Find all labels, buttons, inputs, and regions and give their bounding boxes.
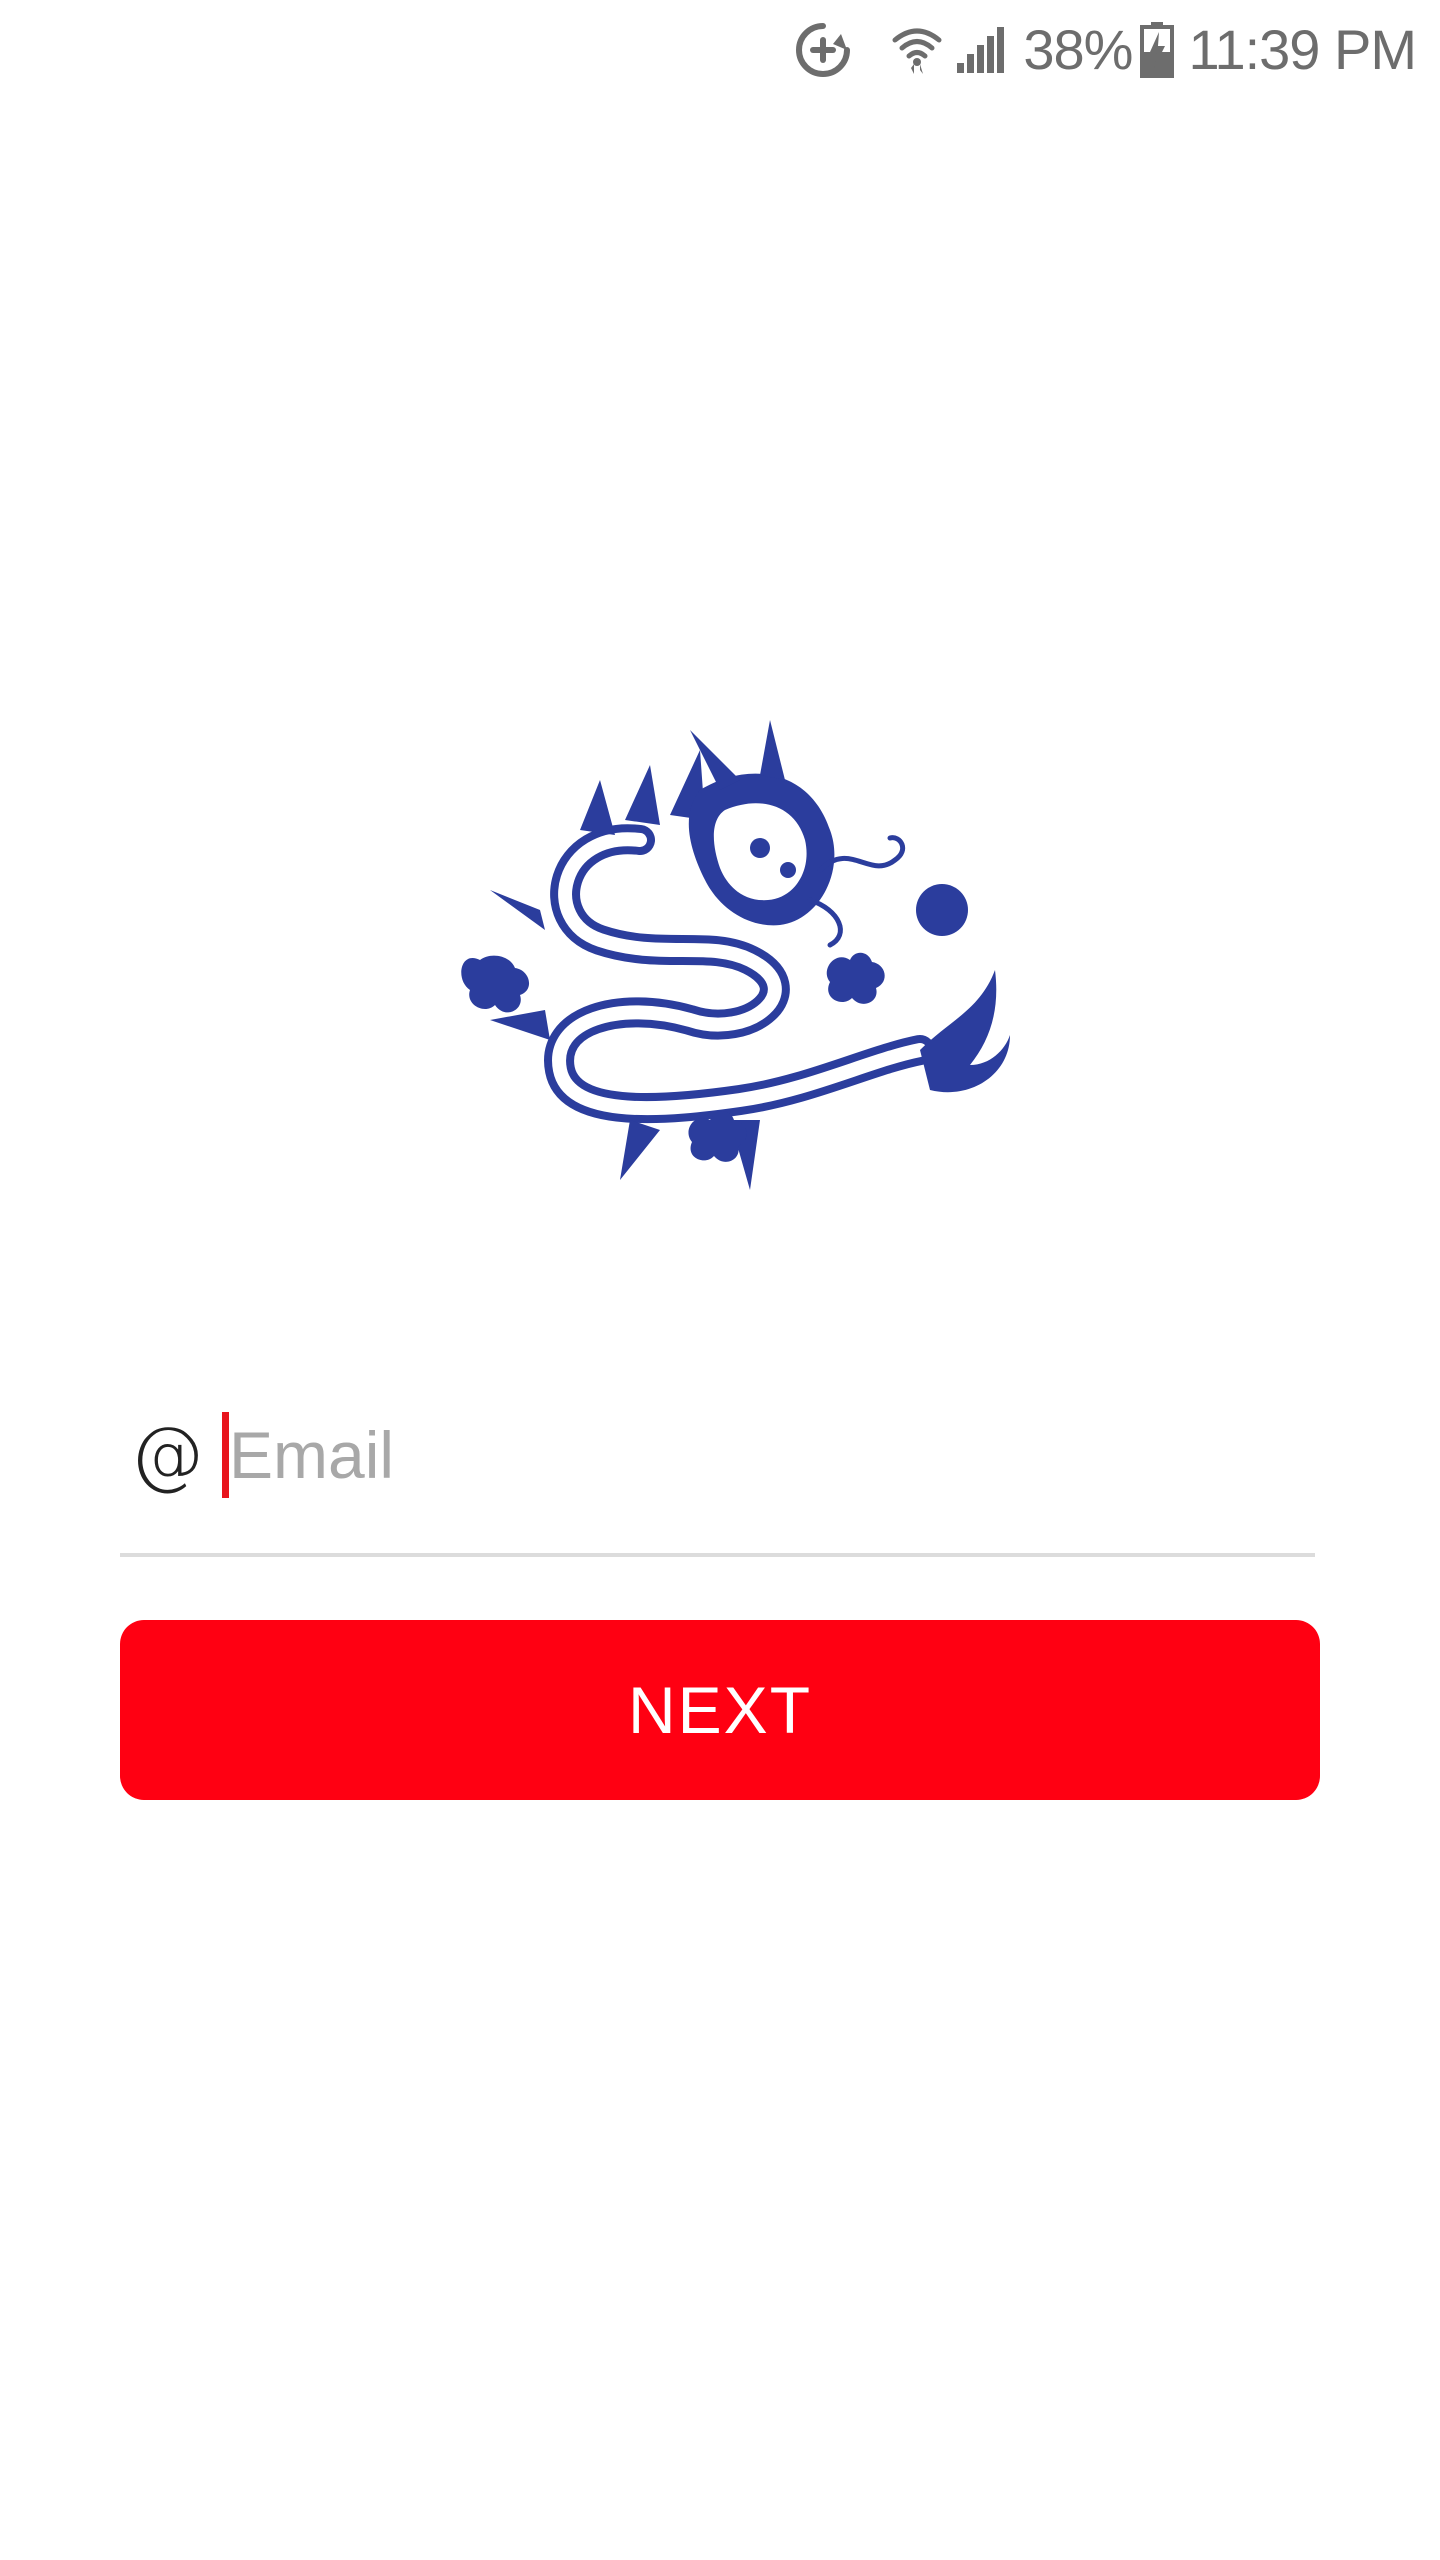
email-underline <box>120 1553 1315 1557</box>
battery-charging-icon <box>1140 22 1175 78</box>
battery-percent: 38% <box>1023 18 1133 81</box>
status-clock: 11:39 PM <box>1188 18 1417 81</box>
wifi-icon <box>891 24 943 76</box>
status-bar: 38% 11:39 PM <box>793 0 1440 100</box>
text-caret <box>222 1412 229 1498</box>
signal-icon <box>955 25 1007 75</box>
dragon-logo <box>450 720 1010 1220</box>
sync-plus-icon <box>793 20 853 80</box>
email-input[interactable] <box>229 1405 1229 1505</box>
email-field[interactable]: @ <box>120 1395 1315 1515</box>
at-sign-icon: @ <box>130 1412 204 1498</box>
next-button[interactable]: NEXT <box>120 1620 1320 1800</box>
